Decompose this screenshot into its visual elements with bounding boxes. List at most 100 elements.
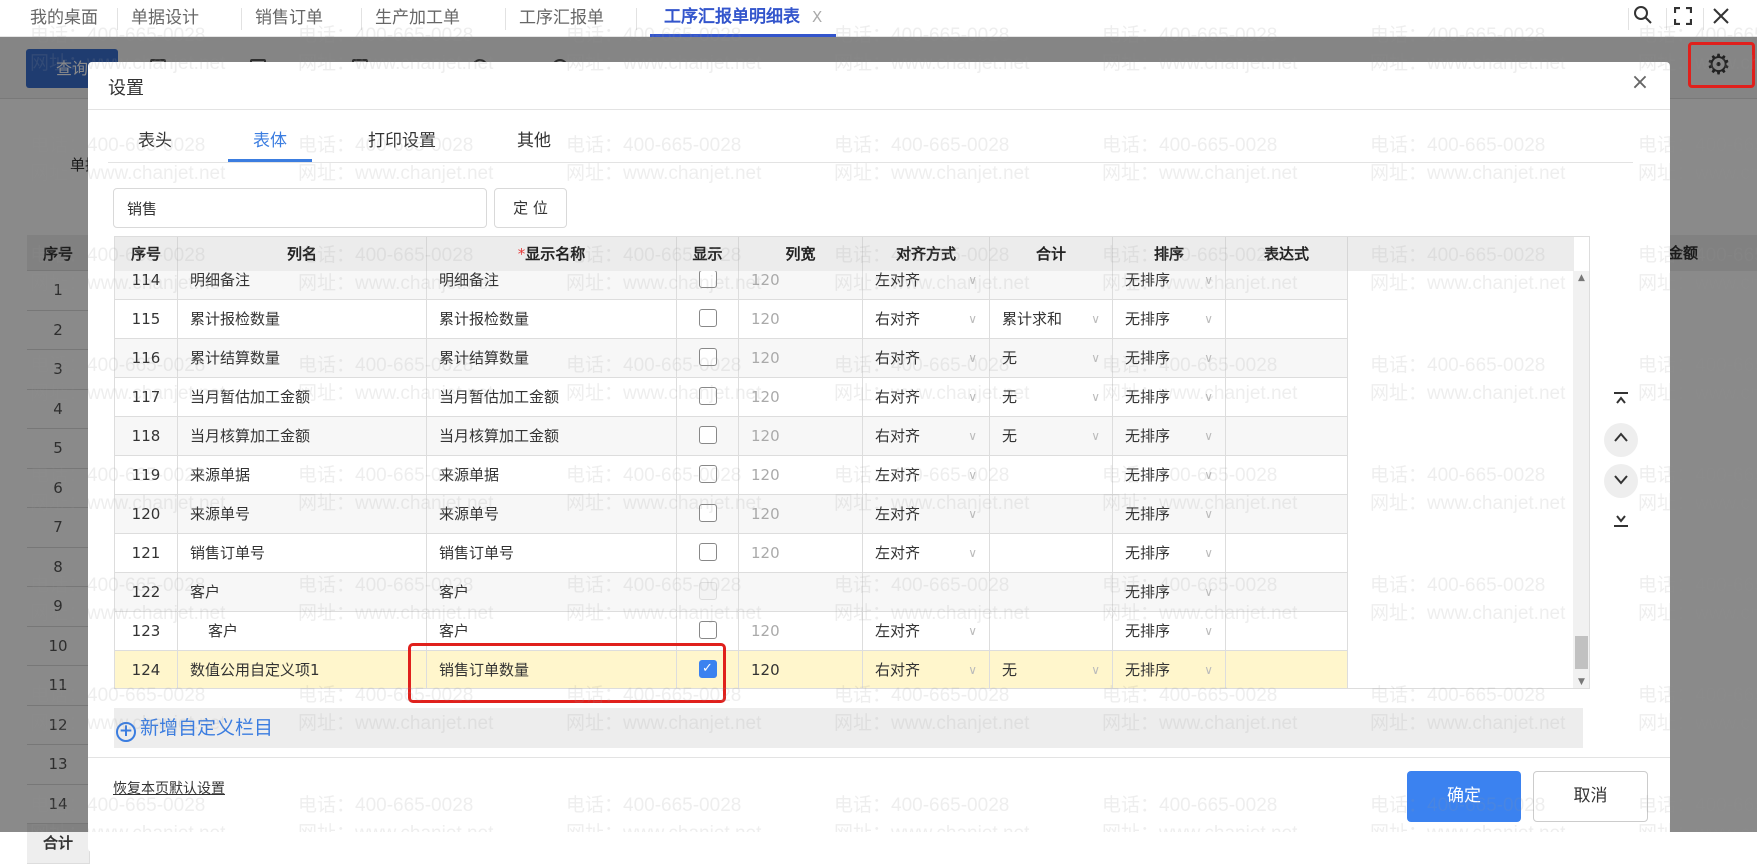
show-checkbox[interactable]	[698, 348, 717, 366]
table-row[interactable]: 122 客户 客户 无排序 ∨	[115, 573, 1348, 612]
sort-select[interactable]: 无排序 ∨	[1113, 378, 1226, 417]
table-row[interactable]: 118 当月核算加工金额 当月核算加工金额 120 右对齐 ∨ 无 ∨ 无排序 ∨	[115, 417, 1348, 456]
align-select[interactable]: 右对齐 ∨	[863, 378, 990, 417]
table-row[interactable]: 123 客户 客户 120 左对齐 ∨ 无排序 ∨	[115, 612, 1348, 651]
top-tab[interactable]: 工序汇报单明细表 X	[650, 0, 837, 37]
expression-cell[interactable]	[1226, 534, 1348, 573]
display-name-cell[interactable]: 来源单号	[427, 495, 677, 534]
top-tab[interactable]: 生产加工单	[375, 0, 460, 37]
scroll-down-arrow[interactable]: ▼	[1573, 677, 1589, 687]
align-select[interactable]: 左对齐 ∨	[863, 534, 990, 573]
sort-select[interactable]: 无排序 ∨	[1113, 495, 1226, 534]
width-cell[interactable]: 120	[739, 300, 863, 339]
display-name-cell[interactable]: 客户	[427, 612, 677, 651]
total-select[interactable]: 无 ∨	[990, 651, 1113, 688]
display-name-cell[interactable]: 累计报检数量	[427, 300, 677, 339]
tab-body[interactable]: 表体	[228, 126, 312, 162]
display-name-cell[interactable]: 当月核算加工金额	[427, 417, 677, 456]
scroll-up-arrow[interactable]: ▲	[1573, 273, 1589, 283]
width-cell[interactable]: 120	[739, 456, 863, 495]
align-select[interactable]: 左对齐 ∨	[863, 456, 990, 495]
show-checkbox[interactable]	[698, 426, 717, 444]
move-down-button[interactable]	[1604, 464, 1638, 498]
total-select[interactable]	[990, 495, 1113, 534]
display-name-cell[interactable]: 来源单据	[427, 456, 677, 495]
expression-cell[interactable]	[1226, 612, 1348, 651]
table-row[interactable]: 115 累计报检数量 累计报检数量 120 右对齐 ∨ 累计求和 ∨ 无排序 ∨	[115, 300, 1348, 339]
align-select[interactable]	[863, 573, 990, 612]
width-cell[interactable]	[739, 573, 863, 612]
total-select[interactable]: 累计求和 ∨	[990, 300, 1113, 339]
total-select[interactable]	[990, 456, 1113, 495]
show-checkbox[interactable]	[698, 465, 717, 483]
close-icon[interactable]: ×	[1628, 70, 1652, 95]
total-select[interactable]	[990, 612, 1113, 651]
ok-button[interactable]: 确定	[1407, 771, 1521, 822]
expression-cell[interactable]	[1226, 573, 1348, 612]
expression-cell[interactable]	[1226, 417, 1348, 456]
show-checkbox[interactable]: ✓	[698, 660, 717, 678]
align-select[interactable]: 左对齐 ∨	[863, 495, 990, 534]
display-name-cell[interactable]: 当月暂估加工金额	[427, 378, 677, 417]
sort-select[interactable]: 无排序 ∨	[1113, 651, 1226, 688]
move-up-button[interactable]	[1604, 423, 1638, 457]
close-tab-icon[interactable]: X	[812, 8, 822, 26]
show-checkbox[interactable]	[698, 270, 717, 288]
fullscreen-icon[interactable]	[1668, 4, 1698, 32]
cancel-button[interactable]: 取消	[1533, 771, 1648, 822]
vertical-scrollbar[interactable]: ▲ ▼	[1573, 271, 1589, 688]
tab-print[interactable]: 打印设置	[368, 126, 448, 162]
width-cell[interactable]: 120	[739, 651, 863, 688]
expression-cell[interactable]	[1226, 378, 1348, 417]
column-search-input[interactable]	[113, 188, 487, 228]
sort-select[interactable]: 无排序 ∨	[1113, 417, 1226, 456]
align-select[interactable]: 右对齐 ∨	[863, 339, 990, 378]
sort-select[interactable]: 无排序 ∨	[1113, 456, 1226, 495]
move-to-top-icon[interactable]	[1604, 384, 1638, 418]
locate-button[interactable]: 定 位	[494, 188, 567, 228]
width-cell[interactable]: 120	[739, 495, 863, 534]
display-name-cell[interactable]: 客户	[427, 573, 677, 612]
top-tab[interactable]: 单据设计	[131, 0, 199, 37]
tab-other[interactable]: 其他	[517, 126, 557, 162]
align-select[interactable]: 右对齐 ∨	[863, 300, 990, 339]
show-checkbox[interactable]	[698, 387, 717, 405]
table-row[interactable]: 121 销售订单号 销售订单号 120 左对齐 ∨ 无排序 ∨	[115, 534, 1348, 573]
total-select[interactable]: 无 ∨	[990, 339, 1113, 378]
total-select[interactable]	[990, 534, 1113, 573]
display-name-cell[interactable]: 销售订单号	[427, 534, 677, 573]
table-row[interactable]: 117 当月暂估加工金额 当月暂估加工金额 120 右对齐 ∨ 无 ∨ 无排序 ∨	[115, 378, 1348, 417]
sort-select[interactable]: 无排序 ∨	[1113, 339, 1226, 378]
width-cell[interactable]: 120	[739, 378, 863, 417]
move-to-bottom-icon[interactable]	[1604, 505, 1638, 539]
total-select[interactable]	[990, 573, 1113, 612]
show-checkbox[interactable]	[698, 309, 717, 327]
sort-select[interactable]: 无排序 ∨	[1113, 612, 1226, 651]
expression-cell[interactable]	[1226, 495, 1348, 534]
width-cell[interactable]: 120	[739, 534, 863, 573]
total-select[interactable]: 无 ∨	[990, 378, 1113, 417]
show-checkbox[interactable]	[698, 504, 717, 522]
table-row[interactable]: 120 来源单号 来源单号 120 左对齐 ∨ 无排序 ∨	[115, 495, 1348, 534]
sort-select[interactable]: 无排序 ∨	[1113, 573, 1226, 612]
table-row[interactable]: 124 数值公用自定义项1 销售订单数量 ✓ 120 右对齐 ∨ 无 ∨ 无排序 ∨	[115, 651, 1348, 688]
total-select[interactable]: 无 ∨	[990, 417, 1113, 456]
scrollbar-thumb[interactable]	[1575, 636, 1588, 669]
align-select[interactable]: 右对齐 ∨	[863, 651, 990, 688]
expression-cell[interactable]	[1226, 456, 1348, 495]
top-tab[interactable]: 销售订单	[255, 0, 323, 37]
display-name-cell[interactable]: 累计结算数量	[427, 339, 677, 378]
align-select[interactable]: 右对齐 ∨	[863, 417, 990, 456]
top-tab[interactable]: 工序汇报单	[519, 0, 604, 37]
align-select[interactable]: 左对齐 ∨	[863, 612, 990, 651]
add-custom-column-button[interactable]: + 新增自定义栏目	[114, 708, 1583, 748]
expression-cell[interactable]	[1226, 339, 1348, 378]
width-cell[interactable]: 120	[739, 612, 863, 651]
show-checkbox[interactable]	[698, 543, 717, 561]
table-row[interactable]: 116 累计结算数量 累计结算数量 120 右对齐 ∨ 无 ∨ 无排序 ∨	[115, 339, 1348, 378]
sort-select[interactable]: 无排序 ∨	[1113, 534, 1226, 573]
restore-default-link[interactable]: 恢复本页默认设置	[113, 778, 225, 798]
table-row[interactable]: 119 来源单据 来源单据 120 左对齐 ∨ 无排序 ∨	[115, 456, 1348, 495]
search-icon[interactable]	[1628, 4, 1658, 32]
expression-cell[interactable]	[1226, 651, 1348, 688]
